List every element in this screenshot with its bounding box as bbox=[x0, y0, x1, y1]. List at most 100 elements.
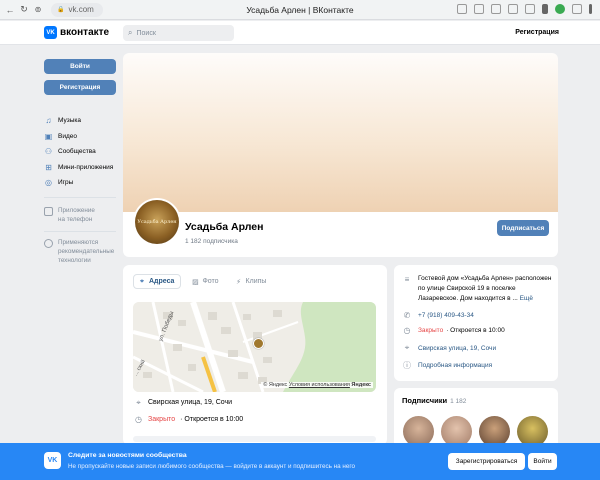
video-icon: ▣ bbox=[44, 131, 53, 141]
place-hours-row: ◷ Закрыто · Откроется в 10:00 bbox=[134, 415, 243, 424]
place-address-row: ⌖ Свирская улица, 19, Сочи bbox=[134, 398, 232, 407]
games-icon: ◎ bbox=[45, 178, 52, 188]
subscribers-title[interactable]: Подписчики 1 182 bbox=[402, 396, 466, 405]
info-address[interactable]: Свирская улица, 19, Сочи bbox=[418, 345, 496, 352]
info-address-row: ⌖ Свирская улица, 19, Сочи bbox=[402, 343, 496, 353]
info-icon bbox=[44, 239, 53, 248]
extension-download-icon[interactable] bbox=[474, 4, 484, 14]
sidebar-recommend-link[interactable]: Применяются рекомендательные технологии bbox=[44, 238, 114, 265]
apps-icon: ⊞ bbox=[45, 162, 52, 172]
info-phone-row: ✆ +7 (918) 409-43-34 bbox=[402, 310, 474, 320]
shield-icon[interactable] bbox=[555, 4, 565, 14]
sidebar-app-label: Приложение на телефон bbox=[58, 207, 95, 223]
clips-icon: ⚡ bbox=[236, 278, 241, 286]
sidebar-item-label: Видео bbox=[58, 132, 77, 140]
browser-toolbar: ← ↻ ⊚ 🔒 vk.com Усадьба Арлен | ВКонтакте bbox=[0, 0, 600, 20]
extension-icon[interactable]: ⊚ bbox=[31, 5, 45, 14]
group-avatar-image: Усадьба Арлен bbox=[135, 200, 179, 244]
group-name: Усадьба Арлен bbox=[185, 221, 264, 233]
vk-logo-mark: VK bbox=[44, 452, 61, 469]
subscribers-title-text: Подписчики bbox=[402, 396, 448, 405]
sidebar-item-label: Сообщества bbox=[58, 148, 96, 156]
info-hours-row: ◷ Закрыто · Откроется в 10:00 bbox=[402, 325, 505, 335]
sidebar-app-link[interactable]: Приложение на телефон bbox=[44, 206, 95, 224]
clock-icon: ◷ bbox=[403, 325, 411, 335]
sidebar-recommend-label: Применяются рекомендательные технологии bbox=[58, 239, 115, 264]
sidebar-item-communities[interactable]: ⚇ Сообщества bbox=[44, 144, 124, 160]
photo-icon: ▨ bbox=[192, 278, 199, 286]
info-description: Гостевой дом «Усадьба Арлен» расположен … bbox=[418, 274, 556, 304]
site-header: VK вконтакте ⌕ Регистрация bbox=[0, 21, 600, 45]
sidebar-item-video[interactable]: ▣ Видео bbox=[44, 129, 124, 145]
tab-label: Фото bbox=[202, 278, 219, 285]
subscribe-button[interactable]: Подписаться bbox=[497, 220, 549, 236]
tab-photo[interactable]: ▨ Фото bbox=[187, 274, 224, 289]
banner-login-button[interactable]: Войти bbox=[528, 453, 557, 470]
place-status: Закрыто bbox=[148, 416, 176, 423]
sidebar-item-label: Музыка bbox=[58, 117, 81, 125]
profile-header bbox=[123, 212, 558, 257]
tab-label: Клипы bbox=[245, 278, 267, 285]
extension-puzzle-icon[interactable] bbox=[457, 4, 467, 14]
info-details-row: ⓘ Подробная информация bbox=[402, 360, 492, 370]
sidebar-item-label: Мини-приложения bbox=[58, 163, 114, 171]
location-pin-icon: ⌖ bbox=[404, 343, 410, 352]
place-address: Свирская улица, 19, Сочи bbox=[148, 399, 233, 406]
tab-address[interactable]: ⌖ Адреса bbox=[133, 274, 182, 289]
info-status: Закрыто bbox=[418, 326, 444, 334]
refresh-icon[interactable]: ↻ bbox=[17, 4, 31, 15]
info-description-icon-row: ≡ bbox=[402, 274, 412, 284]
location-pin-icon: ⌖ bbox=[140, 277, 144, 285]
communities-icon: ⚇ bbox=[44, 147, 53, 157]
info-opens: · Откроется в 10:00 bbox=[446, 326, 505, 334]
bookmark-icon[interactable] bbox=[542, 4, 548, 14]
banner-register-button[interactable]: Зарегистрироваться bbox=[448, 453, 525, 470]
description-more-link[interactable]: Ещё bbox=[520, 295, 533, 302]
back-icon[interactable]: ← bbox=[3, 5, 17, 15]
map-location-pin[interactable] bbox=[253, 338, 264, 349]
sidebar-nav: ♫ Музыка ▣ Видео ⚇ Сообщества ⊞ Мини-при… bbox=[44, 113, 124, 191]
phone-icon: ✆ bbox=[403, 310, 411, 320]
info-details-link[interactable]: Подробная информация bbox=[418, 362, 492, 369]
banner-subtitle: Не пропускайте новые записи любимого соо… bbox=[68, 463, 356, 470]
map-terms-link[interactable]: Условия использования bbox=[289, 382, 350, 388]
vk-logo[interactable]: VK вконтакте bbox=[44, 26, 109, 39]
group-avatar[interactable]: Усадьба Арлен bbox=[133, 198, 181, 246]
search-icon: ⌕ bbox=[128, 28, 133, 37]
address-bar[interactable]: 🔒 vk.com bbox=[51, 2, 103, 17]
music-icon: ♫ bbox=[45, 116, 52, 126]
map-attribution-brand: Яндекс bbox=[351, 382, 371, 388]
card-divider bbox=[133, 436, 376, 442]
sidebar-divider bbox=[44, 231, 116, 232]
menu-icon[interactable] bbox=[589, 4, 592, 14]
avatar-caption: Усадьба Арлен bbox=[137, 219, 177, 225]
clock-icon: ◷ bbox=[135, 415, 142, 424]
sidebar-item-games[interactable]: ◎ Игры bbox=[44, 175, 124, 191]
group-subscribers[interactable]: 1 182 подписчика bbox=[185, 238, 238, 245]
description-icon: ≡ bbox=[404, 274, 410, 284]
extensions-icon[interactable] bbox=[572, 4, 582, 14]
phone-icon bbox=[44, 207, 53, 216]
sidebar-item-music[interactable]: ♫ Музыка bbox=[44, 113, 124, 129]
sidebar-item-apps[interactable]: ⊞ Мини-приложения bbox=[44, 160, 124, 176]
extension-screenshot-icon[interactable] bbox=[508, 4, 518, 14]
location-pin-icon: ⌖ bbox=[136, 397, 141, 407]
info-icon: ⓘ bbox=[403, 360, 411, 370]
info-phone[interactable]: +7 (918) 409-43-34 bbox=[418, 312, 474, 319]
map-attribution: © Яндекс Условия использования Яндекс bbox=[261, 382, 373, 388]
login-button[interactable]: Войти bbox=[44, 59, 116, 74]
search-box[interactable]: ⌕ bbox=[123, 25, 234, 41]
header-register-link[interactable]: Регистрация bbox=[515, 29, 559, 36]
extension-translate-icon[interactable] bbox=[525, 4, 535, 14]
tab-label: Адреса bbox=[149, 278, 175, 285]
tab-clips[interactable]: ⚡ Клипы bbox=[231, 274, 273, 289]
extension-headphones-icon[interactable] bbox=[491, 4, 501, 14]
lock-icon: 🔒 bbox=[57, 7, 65, 13]
browser-extensions bbox=[457, 4, 592, 14]
banner-title: Следите за новостями сообщества bbox=[68, 452, 187, 459]
register-button[interactable]: Регистрация bbox=[44, 80, 116, 95]
search-input[interactable] bbox=[136, 29, 217, 37]
vk-logo-mark: VK bbox=[44, 26, 57, 39]
sidebar-divider bbox=[44, 197, 116, 198]
sidebar-item-label: Игры bbox=[58, 179, 74, 187]
